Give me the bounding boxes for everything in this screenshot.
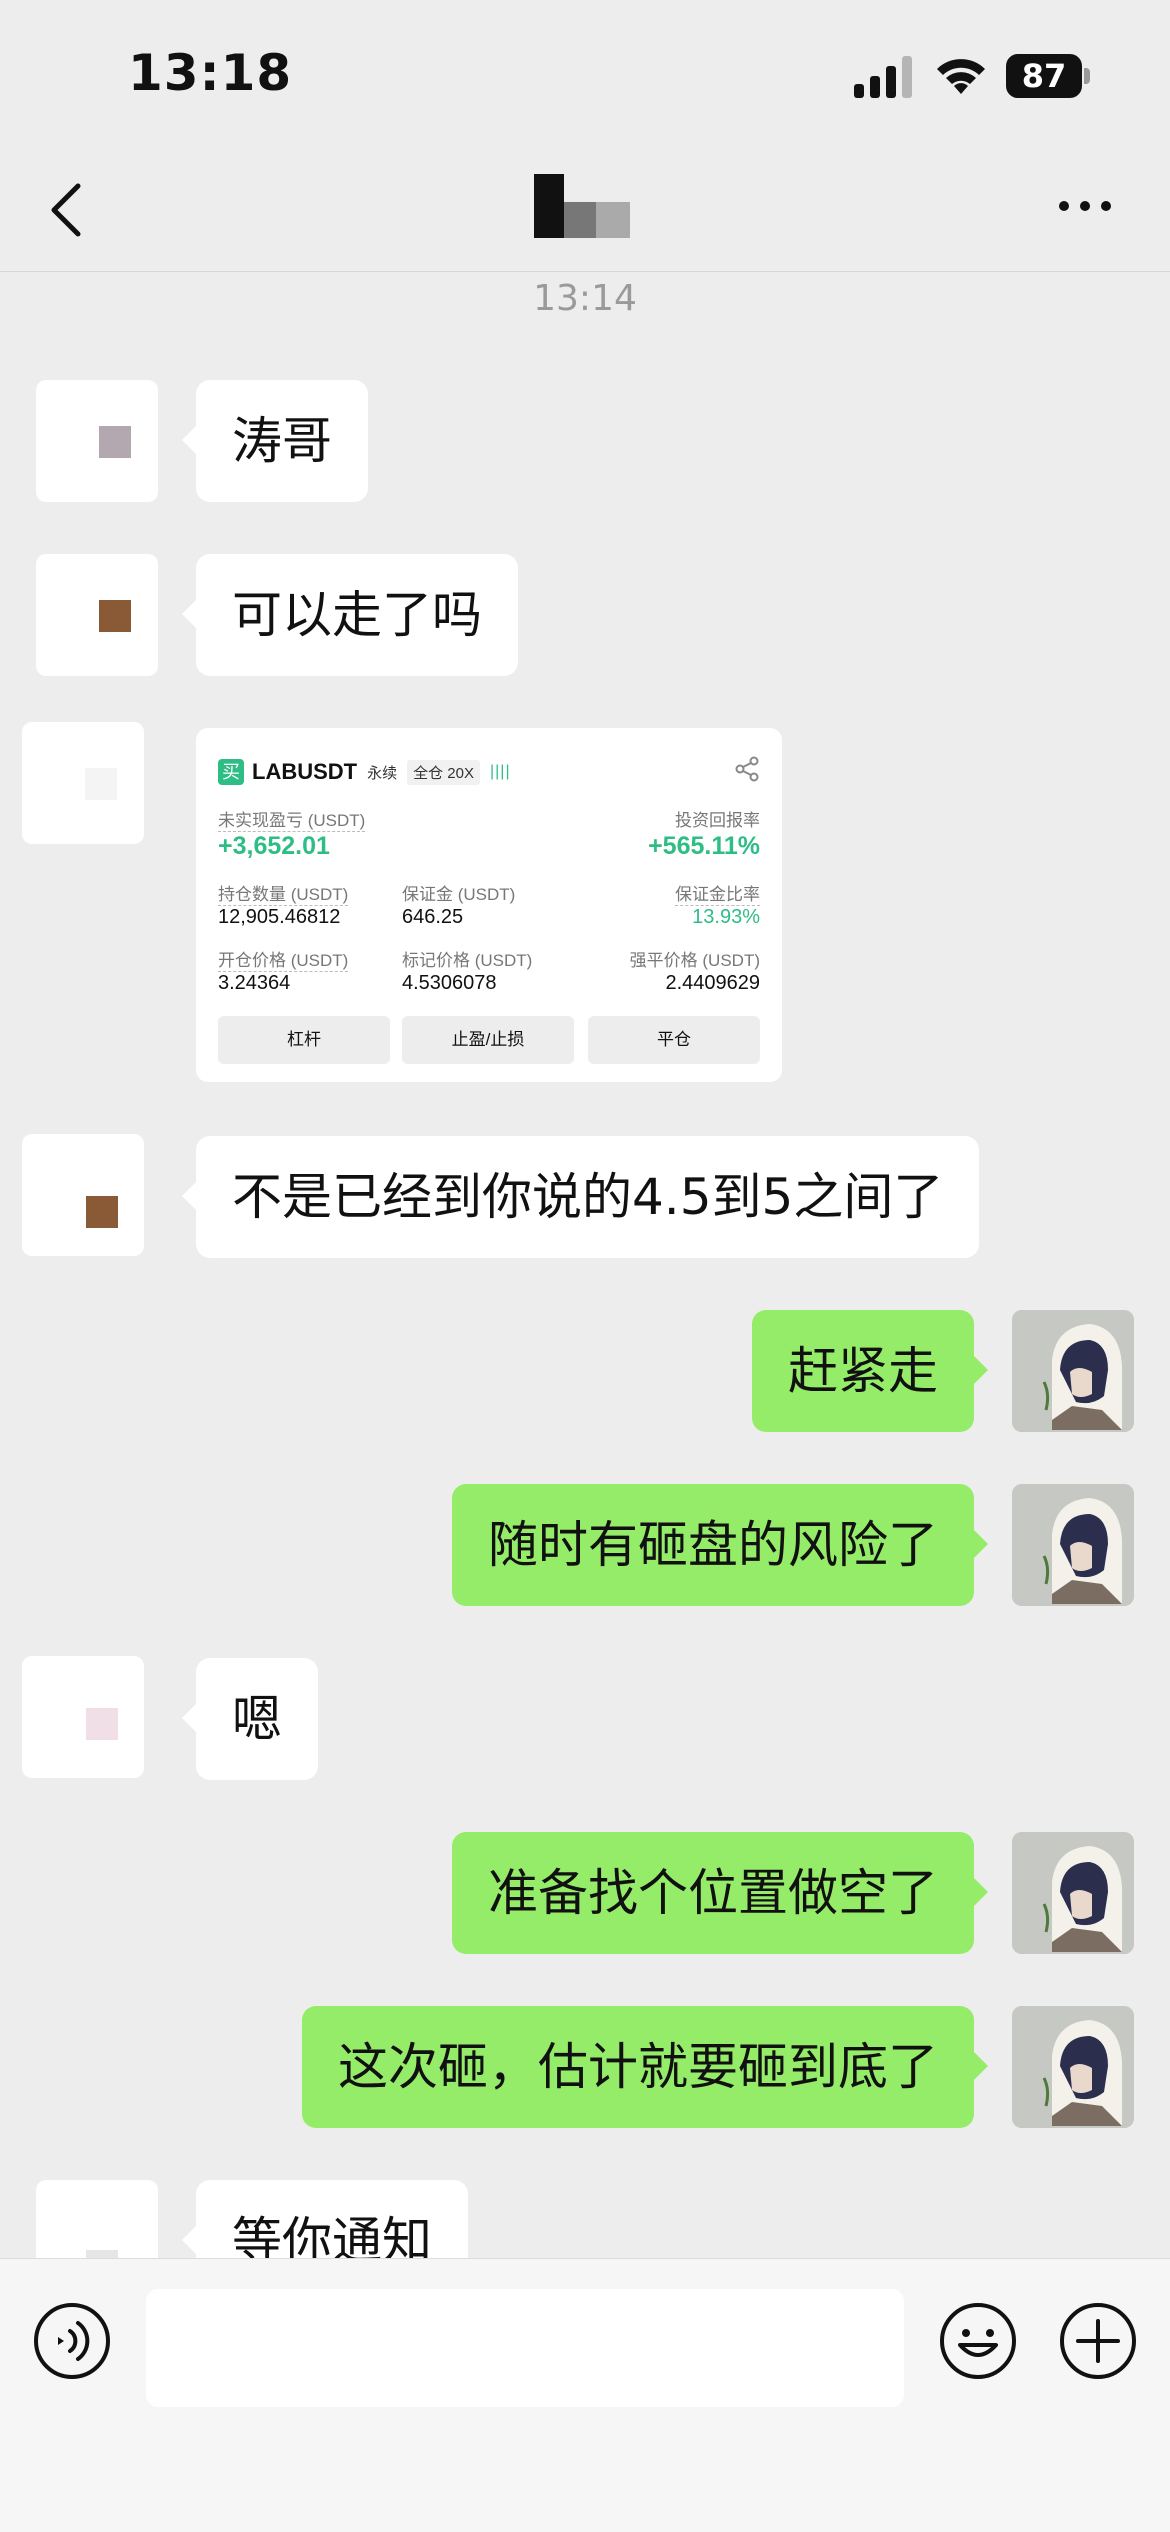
margin-label: 保证金 (USDT) <box>402 885 516 904</box>
status-bar: 13:18 87 <box>0 0 1170 150</box>
plus-icon[interactable] <box>1058 2301 1138 2381</box>
entry-price-label: 开仓价格 (USDT) <box>218 946 349 972</box>
wifi-icon <box>937 59 985 94</box>
message-bubble-received[interactable]: 可以走了吗 <box>182 554 518 676</box>
chat-input-bar <box>0 2258 1170 2532</box>
contact-avatar[interactable] <box>22 1656 144 1778</box>
roi-value: +565.11% <box>648 832 760 860</box>
leverage-button: 杠杆 <box>218 1016 390 1064</box>
battery-indicator: 87 <box>1006 54 1090 98</box>
message-bubble-sent[interactable]: 这次砸，估计就要砸到底了 <box>302 2006 988 2128</box>
self-avatar[interactable] <box>1012 2006 1134 2128</box>
message-bubble-received[interactable]: 涛哥 <box>182 380 368 502</box>
mark-price-value: 4.5306078 <box>402 972 497 994</box>
message-timestamp: 13:14 <box>533 278 637 319</box>
more-dots-icon[interactable] <box>1056 196 1114 216</box>
message-bubble-received[interactable]: 不是已经到你说的4.5到5之间了 <box>181 1136 980 1258</box>
contact-avatar[interactable] <box>36 380 158 502</box>
self-avatar[interactable] <box>1012 1310 1134 1432</box>
liq-price-label: 强平价格 (USDT) <box>629 951 760 970</box>
trade-screenshot-image[interactable]: 买 LABUSDT 永续 全仓 20X |||| 未实现盈亏 (USDT) +3… <box>196 728 782 1082</box>
message-bubble-sent[interactable]: 赶紧走 <box>752 1310 988 1432</box>
margin-ratio-value: 13.93% <box>692 906 760 928</box>
chat-title-redacted <box>534 174 630 238</box>
margin-ratio-label: 保证金比率 <box>675 880 760 906</box>
mark-price-label: 标记价格 (USDT) <box>402 951 533 970</box>
liq-price-value: 2.4409629 <box>665 972 760 994</box>
self-avatar[interactable] <box>1012 1832 1134 1954</box>
roi-label: 投资回报率 <box>675 811 760 830</box>
unrealized-pnl-value: +3,652.01 <box>218 832 330 860</box>
cellular-signal-icon <box>854 56 912 98</box>
perpetual-tag: 永续 <box>367 764 398 782</box>
share-icon <box>735 756 759 782</box>
hooded-character-avatar-image <box>1012 1310 1134 1432</box>
chevron-left-icon[interactable] <box>44 178 88 242</box>
contact-avatar[interactable] <box>36 554 158 676</box>
trade-card-header: 买 LABUSDT 永续 全仓 20X |||| <box>218 756 511 788</box>
message-bubble-sent[interactable]: 准备找个位置做空了 <box>452 1832 988 1954</box>
battery-level: 87 <box>1006 54 1082 98</box>
position-size-label: 持仓数量 (USDT) <box>218 880 349 906</box>
margin-mode-tag: 全仓 20X <box>407 759 480 785</box>
message-input[interactable] <box>146 2289 904 2407</box>
trade-symbol: LABUSDT <box>252 759 358 784</box>
chat-nav-bar <box>0 150 1170 272</box>
margin-value: 646.25 <box>402 906 464 928</box>
emoji-icon[interactable] <box>938 2301 1018 2381</box>
hooded-character-avatar-image <box>1012 1832 1134 1954</box>
status-time: 13:18 <box>128 44 293 102</box>
message-bubble-received[interactable]: 嗯 <box>182 1658 318 1780</box>
entry-price-value: 3.24364 <box>218 972 291 994</box>
contact-avatar[interactable] <box>22 722 144 844</box>
self-avatar[interactable] <box>1012 1484 1134 1606</box>
hooded-character-avatar-image <box>1012 1484 1134 1606</box>
leverage-bars: |||| <box>489 763 511 780</box>
contact-avatar[interactable] <box>22 1134 144 1256</box>
battery-tip <box>1084 68 1090 84</box>
voice-input-icon[interactable] <box>32 2301 112 2381</box>
close-position-button: 平仓 <box>588 1016 760 1064</box>
buy-badge: 买 <box>218 759 244 785</box>
position-size-value: 12,905.46812 <box>218 906 341 928</box>
unrealized-pnl-label: 未实现盈亏 (USDT) <box>218 806 366 832</box>
hooded-character-avatar-image <box>1012 2006 1134 2128</box>
tpsl-button: 止盈/止损 <box>402 1016 574 1064</box>
message-bubble-sent[interactable]: 随时有砸盘的风险了 <box>452 1484 988 1606</box>
